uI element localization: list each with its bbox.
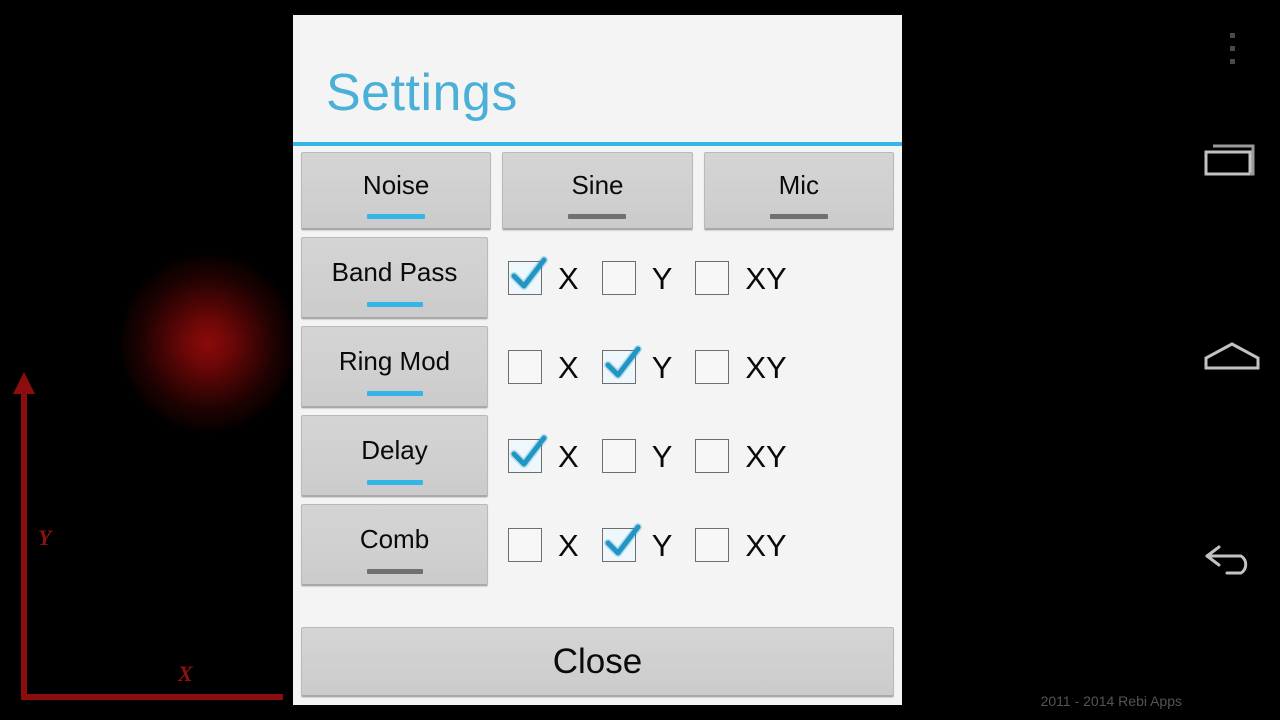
checkbox-band-pass-y[interactable] <box>601 261 636 295</box>
dialog-footer: Close <box>293 627 902 705</box>
active-indicator <box>366 480 423 485</box>
home-icon <box>1204 342 1260 370</box>
checkbox-ring-mod-y[interactable] <box>601 345 642 384</box>
source-button-label: Mic <box>778 170 820 200</box>
checkbox-band-pass-xy[interactable] <box>695 261 730 295</box>
checkbox-delay-xy[interactable] <box>695 439 730 473</box>
check-icon <box>510 256 548 290</box>
axis-cell-y: Y <box>601 523 696 563</box>
axis-label-x: X <box>558 527 579 563</box>
axis-checkbox-group: X Y XY <box>488 256 894 296</box>
checkbox-delay-y[interactable] <box>601 439 636 473</box>
axis-label-xy: XY <box>745 349 787 385</box>
effect-button-ring-mod[interactable]: Ring Mod <box>301 326 488 408</box>
source-button-label: Noise <box>362 170 430 200</box>
axis-checkbox-group: X Y XY <box>488 523 894 563</box>
axis-cell-x: X <box>508 350 602 384</box>
close-button-label: Close <box>552 641 643 681</box>
checkbox-comb-y[interactable] <box>601 523 642 562</box>
dialog-body: Noise Sine Mic Band Pass X Y XY Ring Mod… <box>293 146 902 627</box>
effect-row-comb: Comb X Y XY <box>301 504 894 586</box>
overflow-menu-button[interactable] <box>1184 0 1280 96</box>
x-axis-line <box>21 694 283 700</box>
axis-checkbox-group: X Y XY <box>488 345 894 385</box>
checkbox-ring-mod-x[interactable] <box>508 350 542 384</box>
effect-row-delay: Delay X Y XY <box>301 415 894 497</box>
effect-row-band-pass: Band Pass X Y XY <box>301 237 894 319</box>
check-icon <box>510 434 548 468</box>
y-axis-arrow-icon <box>13 372 35 394</box>
close-button[interactable]: Close <box>301 627 894 697</box>
effect-button-label: Band Pass <box>331 257 458 287</box>
back-icon <box>1205 545 1248 575</box>
active-indicator <box>568 214 627 219</box>
checkbox-ring-mod-xy[interactable] <box>695 350 730 384</box>
axis-label-y: Y <box>651 438 673 474</box>
recent-apps-button[interactable] <box>1184 112 1280 208</box>
axis-cell-xy: XY <box>695 350 809 384</box>
effect-button-label: Comb <box>359 524 430 554</box>
active-indicator <box>366 569 423 574</box>
checkbox-delay-x[interactable] <box>508 434 548 473</box>
source-button-row: Noise Sine Mic <box>301 152 894 230</box>
x-axis-label: X <box>178 661 193 686</box>
effect-button-comb[interactable]: Comb <box>301 504 488 586</box>
effect-button-label: Delay <box>361 435 428 465</box>
overflow-menu-icon <box>1229 29 1235 68</box>
home-button[interactable] <box>1184 310 1280 406</box>
active-indicator <box>366 302 423 307</box>
source-button-label: Sine <box>571 170 624 200</box>
effect-row-ring-mod: Ring Mod X Y XY <box>301 326 894 408</box>
axis-label-x: X <box>558 438 579 474</box>
y-axis-label: Y <box>38 525 52 550</box>
axis-label-y: Y <box>651 349 673 385</box>
active-indicator <box>769 214 828 219</box>
active-indicator <box>366 391 423 396</box>
axis-cell-y: Y <box>601 438 696 474</box>
effect-button-delay[interactable]: Delay <box>301 415 488 497</box>
axis-cell-y: Y <box>601 345 696 385</box>
axis-cell-y: Y <box>601 260 696 296</box>
system-navigation-bar <box>1184 0 1280 720</box>
copyright-text: 2011 - 2014 Rebi Apps <box>1040 693 1182 709</box>
check-icon <box>603 523 642 557</box>
checkbox-comb-xy[interactable] <box>695 528 730 562</box>
axis-label-y: Y <box>651 527 673 563</box>
axis-label-xy: XY <box>745 527 787 563</box>
axis-checkbox-group: X Y XY <box>488 434 894 474</box>
source-button-mic[interactable]: Mic <box>703 152 894 230</box>
back-button[interactable] <box>1184 508 1280 604</box>
check-icon <box>603 345 642 379</box>
axis-cell-xy: XY <box>695 261 809 295</box>
y-axis-line <box>21 392 27 698</box>
axis-label-x: X <box>558 260 579 296</box>
axis-cell-x: X <box>508 528 602 562</box>
page-title: Settings <box>326 64 518 122</box>
app-screen: Y X 2011 - 2014 Rebi Apps Settings Noise… <box>0 0 1280 720</box>
axis-cell-xy: XY <box>695 528 809 562</box>
effect-button-label: Ring Mod <box>338 346 451 376</box>
axis-cell-x: X <box>508 256 602 296</box>
source-button-sine[interactable]: Sine <box>502 152 693 230</box>
axis-label-xy: XY <box>745 438 787 474</box>
checkbox-comb-x[interactable] <box>508 528 542 562</box>
visualizer-glow-blob <box>122 257 294 429</box>
dialog-header: Settings <box>293 15 902 146</box>
checkbox-band-pass-x[interactable] <box>508 256 548 295</box>
axis-cell-xy: XY <box>695 439 809 473</box>
axis-label-xy: XY <box>745 260 787 296</box>
source-button-noise[interactable]: Noise <box>301 152 492 230</box>
recent-apps-icon <box>1204 144 1255 176</box>
axis-label-y: Y <box>651 260 673 296</box>
effect-button-band-pass[interactable]: Band Pass <box>301 237 488 319</box>
active-indicator <box>367 214 426 219</box>
axis-cell-x: X <box>508 434 602 474</box>
axis-label-x: X <box>558 349 579 385</box>
settings-dialog: Settings Noise Sine Mic Band Pass X Y XY… <box>293 15 902 705</box>
